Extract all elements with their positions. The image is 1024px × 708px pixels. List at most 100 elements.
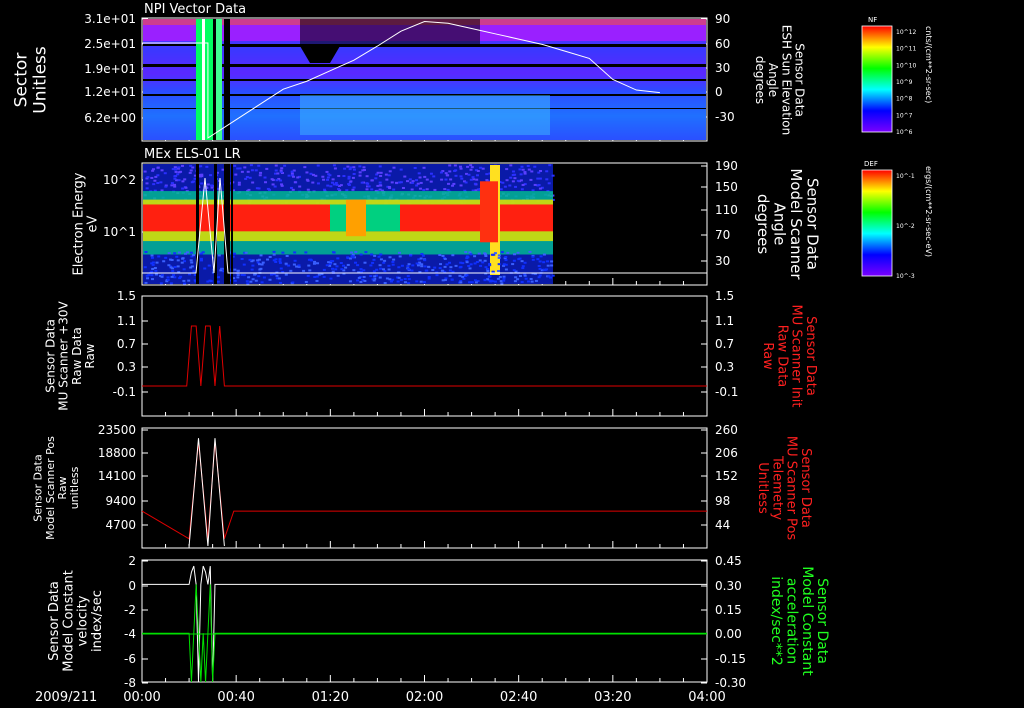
els-speckle: [321, 176, 324, 178]
els-speckle: [392, 259, 395, 261]
els-speckle: [307, 275, 310, 277]
els-speckle: [427, 266, 430, 268]
y-tick-label: 0: [715, 85, 723, 99]
els-speckle: [360, 268, 363, 270]
els-speckle: [200, 259, 203, 261]
els-speckle: [243, 166, 246, 168]
els-speckle: [305, 171, 308, 173]
els-speckle: [161, 169, 164, 171]
panel4-right-ylabel-line: MU Scanner Pos: [784, 436, 799, 541]
els-speckle: [175, 171, 178, 173]
y-tick-label: 1.9e+01: [84, 62, 136, 76]
colorbar-def-units: ergs/(cm**2-sr-sec-eV): [924, 166, 933, 257]
els-speckle: [153, 180, 156, 182]
els-speckle: [366, 175, 369, 177]
npi-shadow: [300, 19, 480, 44]
els-speckle: [351, 189, 354, 191]
els-speckle: [285, 274, 288, 276]
els-speckle: [478, 253, 481, 255]
els-speckle: [449, 275, 452, 277]
els-speckle: [333, 263, 336, 265]
els-speckle: [536, 178, 539, 180]
els-speckle: [474, 183, 477, 185]
els-speckle: [422, 255, 425, 257]
els-speckle: [164, 257, 167, 259]
els-speckle: [542, 261, 545, 263]
els-speckle: [161, 276, 164, 278]
y-tick-label: 6.2e+00: [84, 111, 136, 125]
els-speckle: [458, 275, 461, 277]
els-speckle: [545, 178, 548, 180]
els-speckle: [181, 258, 184, 260]
els-speckle: [192, 254, 195, 256]
els-speckle: [420, 182, 423, 184]
els-speckle: [159, 181, 162, 183]
y-tick-label: 10^2: [103, 173, 136, 187]
els-speckle: [342, 175, 345, 177]
els-speckle: [422, 189, 425, 191]
npi-stripe: [228, 19, 230, 140]
els-speckle: [430, 173, 433, 175]
els-speckle: [279, 262, 282, 264]
els-speckle: [466, 261, 469, 263]
els-speckle: [532, 189, 535, 191]
els-speckle: [256, 187, 259, 189]
els-speckle: [484, 266, 487, 268]
els-speckle: [344, 267, 347, 269]
els-speckle: [179, 171, 182, 173]
y-tick-label: 0.00: [715, 627, 742, 641]
els-speckle: [245, 252, 248, 254]
els-speckle: [352, 177, 355, 179]
els-speckle: [322, 179, 325, 181]
els-speckle: [173, 178, 176, 180]
els-speckle: [415, 184, 418, 186]
els-speckle: [315, 280, 318, 282]
els-speckle: [331, 182, 334, 184]
panel3-ylabel-line: Sensor Data: [43, 319, 57, 393]
panel1-right-ylabel-line: ESH Sun Elevation: [779, 25, 793, 135]
els-speckle: [499, 276, 502, 278]
els-speckle: [246, 176, 249, 178]
panel3-ylabel-line: Raw Data: [70, 327, 84, 385]
els-speckle: [461, 276, 464, 278]
els-speckle: [347, 178, 350, 180]
els-spike-red: [480, 181, 498, 242]
els-speckle: [280, 167, 283, 169]
els-speckle: [408, 278, 411, 280]
els-speckle: [491, 254, 494, 256]
els-speckle: [307, 189, 310, 191]
els-speckle: [398, 181, 401, 183]
els-speckle: [379, 185, 382, 187]
els-speckle: [350, 252, 353, 254]
els-speckle: [329, 278, 332, 280]
y-tick-label: 9400: [105, 494, 136, 508]
els-speckle: [292, 189, 295, 191]
els-speckle: [400, 169, 403, 171]
els-speckle: [426, 188, 429, 190]
els-speckle: [420, 253, 423, 255]
els-speckle: [465, 181, 468, 183]
els-speckle: [470, 263, 473, 265]
els-speckle: [161, 274, 164, 276]
els-speckle: [327, 176, 330, 178]
els-speckle: [333, 252, 336, 254]
els-speckle: [379, 165, 382, 167]
els-speckle: [514, 276, 517, 278]
els-speckle: [408, 263, 411, 265]
els-speckle: [353, 173, 356, 175]
els-speckle: [346, 256, 349, 258]
els-speckle: [415, 179, 418, 181]
y-tick-label: 2: [128, 554, 136, 568]
els-speckle: [303, 166, 306, 168]
panel2-right-ylabel: Sensor DataModel ScannerAngledegrees: [754, 168, 822, 280]
els-speckle: [326, 264, 329, 266]
panel4-ylabel-line: unitless: [68, 466, 81, 509]
y-tick-label: 152: [715, 469, 738, 483]
els-speckle: [343, 168, 346, 170]
els-speckle: [363, 276, 366, 278]
y-tick-label: 10^1: [103, 225, 136, 239]
y-tick-label: 98: [715, 494, 730, 508]
els-speckle: [379, 277, 382, 279]
els-speckle: [249, 177, 252, 179]
els-speckle: [280, 268, 283, 270]
